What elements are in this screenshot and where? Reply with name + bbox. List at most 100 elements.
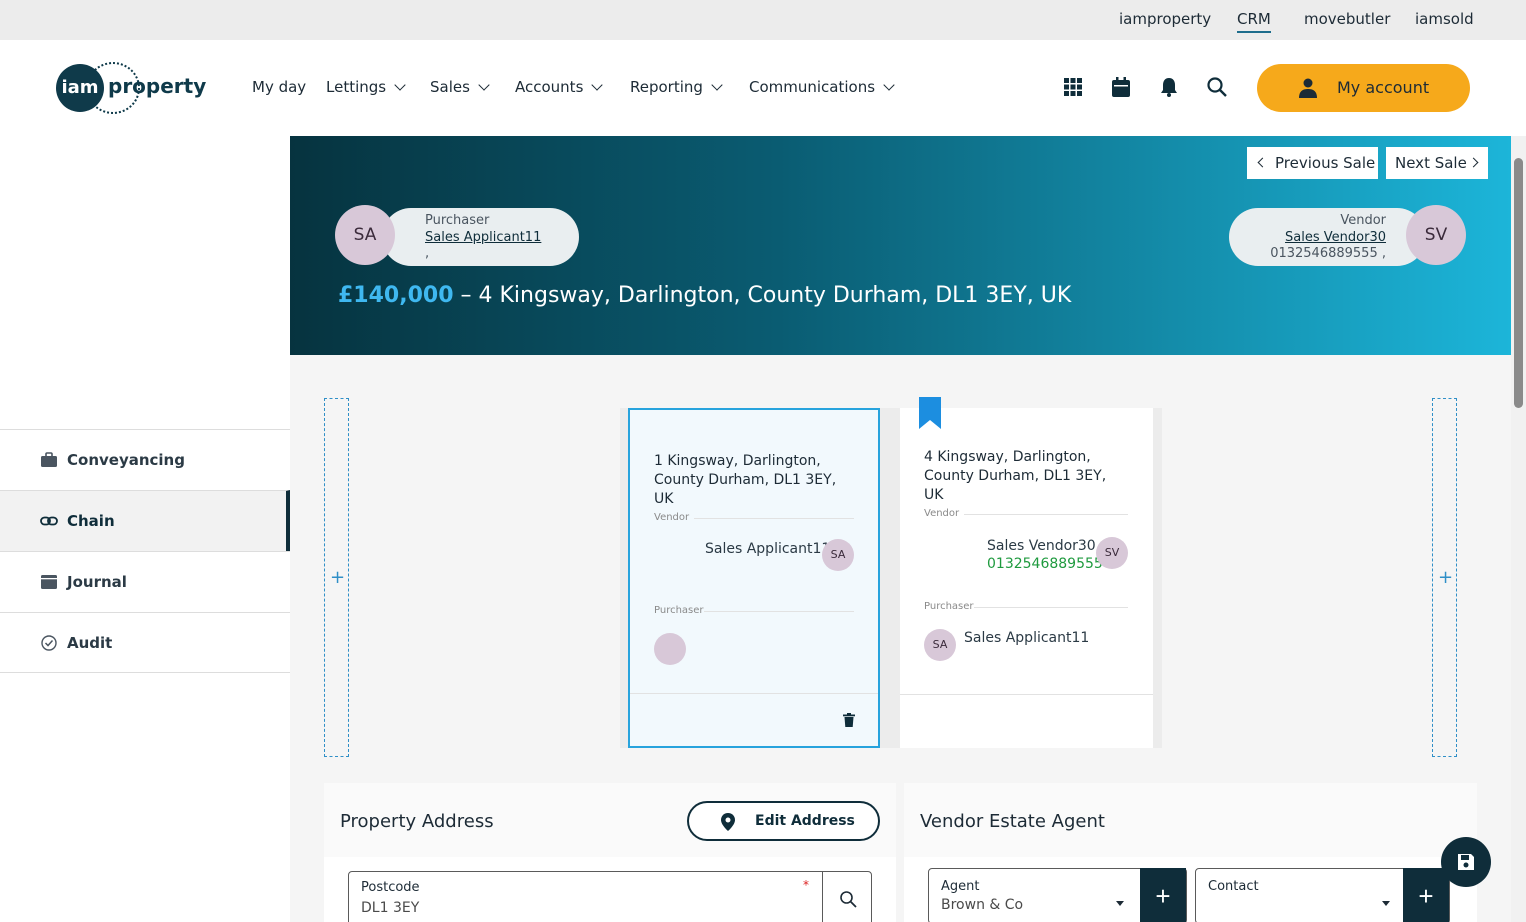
sale-price: £140,000 <box>338 283 454 308</box>
avatar: SA <box>924 629 956 661</box>
divider <box>974 607 1128 608</box>
nav-label: Communications <box>749 78 876 96</box>
sidebar-item-chain[interactable]: Chain <box>0 490 290 551</box>
logo-word: property <box>108 74 207 98</box>
chain-card-vendor-name: Sales Vendor30 <box>987 538 1096 554</box>
chevron-down-icon <box>394 79 406 91</box>
next-sale-label: Next Sale <box>1395 154 1467 172</box>
plus-icon: + <box>330 567 346 588</box>
nav-my-day[interactable]: My day <box>252 78 306 96</box>
nav-sales[interactable]: Sales <box>430 78 490 96</box>
main-header: iam property My day Lettings Sales Accou… <box>0 40 1526 136</box>
check-circle-icon <box>41 635 57 651</box>
journal-icon <box>41 575 57 589</box>
link-icon <box>40 516 58 526</box>
chevron-right-icon <box>1468 157 1479 168</box>
chain-card-vendor-phone[interactable]: 0132546889555 <box>987 556 1103 572</box>
property-address-panel: Property Address Edit Address Postcode * <box>324 783 896 922</box>
chevron-down-icon <box>591 79 604 91</box>
person-icon <box>1299 78 1317 98</box>
purchaser-extra: , <box>425 246 430 261</box>
chain-card-address: 1 Kingsway, Darlington, County Durham, D… <box>654 453 837 507</box>
sidebar-item-label: Audit <box>67 634 113 652</box>
contact-label: Contact <box>1208 879 1259 894</box>
logo[interactable]: iam property <box>56 62 206 114</box>
avatar <box>654 633 686 665</box>
chevron-down-icon <box>883 79 895 91</box>
nav-reporting[interactable]: Reporting <box>630 78 723 96</box>
sidebar-item-journal[interactable]: Journal <box>0 551 290 612</box>
agent-select[interactable]: Agent Brown & Co + <box>928 868 1187 922</box>
sale-address: – 4 Kingsway, Darlington, County Durham,… <box>460 283 1072 308</box>
vendor-phone: 0132546889555 , <box>1270 246 1386 261</box>
postcode-search-button[interactable] <box>822 872 872 922</box>
add-chain-link-left-button[interactable]: + <box>324 398 349 757</box>
calendar-icon[interactable] <box>1110 76 1132 98</box>
chain-card-purchaser-label: Purchaser <box>924 601 974 612</box>
vendor-pill: Vendor Sales Vendor30 0132546889555 , <box>1229 208 1426 266</box>
nav-lettings[interactable]: Lettings <box>326 78 406 96</box>
nav-label: Reporting <box>630 78 703 96</box>
nav-label: Sales <box>430 78 470 96</box>
add-contact-button[interactable]: + <box>1403 868 1449 922</box>
previous-sale-label: Previous Sale <box>1275 154 1376 172</box>
my-account-button[interactable]: My account <box>1257 64 1470 112</box>
required-marker: * <box>803 878 809 892</box>
sidebar-item-label: Journal <box>67 573 127 591</box>
top-bar: iamproperty CRM movebutler iamsold <box>0 0 1526 40</box>
link-iamsold[interactable]: iamsold <box>1415 10 1474 28</box>
search-icon[interactable] <box>1206 76 1228 98</box>
chain-card-vendor-name: Sales Applicant11 <box>705 541 831 557</box>
briefcase-icon <box>41 452 57 467</box>
edit-address-label: Edit Address <box>755 813 855 829</box>
logo-mark: iam <box>56 64 104 112</box>
nav-label: My day <box>252 78 307 96</box>
postcode-field[interactable]: Postcode * <box>348 871 872 922</box>
chain-card-footer <box>630 693 878 746</box>
chain-card-shadow <box>880 408 900 748</box>
apps-grid-icon[interactable] <box>1062 76 1084 98</box>
vendor-role: Vendor <box>1340 213 1386 228</box>
sidebar-item-label: Conveyancing <box>67 451 185 469</box>
panel-header: Property Address Edit Address <box>324 783 896 857</box>
avatar: SA <box>335 205 395 265</box>
vendor-estate-agent-panel: Vendor Estate Agent Agent Brown & Co + C… <box>904 783 1477 922</box>
chain-card-footer <box>900 694 1153 748</box>
nav-communications[interactable]: Communications <box>749 78 895 96</box>
purchaser-pill: Purchaser Sales Applicant11 , <box>382 208 579 266</box>
save-button[interactable] <box>1441 837 1491 887</box>
nav-accounts[interactable]: Accounts <box>515 78 604 96</box>
sidebar-item-label: Chain <box>67 512 115 530</box>
avatar: SV <box>1406 205 1466 265</box>
postcode-label: Postcode <box>361 880 420 895</box>
sidebar-item-conveyancing[interactable]: Conveyancing <box>0 429 290 490</box>
contact-select[interactable]: Contact + <box>1195 868 1450 922</box>
nav-label: Accounts <box>515 78 584 96</box>
previous-sale-button[interactable]: Previous Sale <box>1247 147 1378 179</box>
avatar: SA <box>822 539 854 571</box>
chain-card[interactable]: 4 Kingsway, Darlington, County Durham, D… <box>900 408 1153 748</box>
link-iamproperty[interactable]: iamproperty <box>1119 10 1211 28</box>
link-crm[interactable]: CRM <box>1237 10 1271 33</box>
link-movebutler[interactable]: movebutler <box>1304 10 1390 28</box>
sidebar: Conveyancing Chain Journal Audit <box>0 136 290 922</box>
next-sale-button[interactable]: Next Sale <box>1386 147 1488 179</box>
bell-icon[interactable] <box>1158 76 1180 98</box>
divider <box>964 514 1128 515</box>
scrollbar-thumb[interactable] <box>1514 158 1523 408</box>
purchaser-name-link[interactable]: Sales Applicant11 <box>425 230 541 245</box>
sidebar-item-audit[interactable]: Audit <box>0 612 290 673</box>
chain-card-vendor-label: Vendor <box>924 508 960 519</box>
add-agent-button[interactable]: + <box>1140 868 1186 922</box>
postcode-input[interactable] <box>361 900 541 916</box>
chain-card-shadow <box>620 408 628 748</box>
divider <box>694 518 854 519</box>
edit-address-button[interactable]: Edit Address <box>687 801 880 841</box>
chain-card-address: 4 Kingsway, Darlington, County Durham, D… <box>924 449 1107 503</box>
chain-card[interactable]: 1 Kingsway, Darlington, County Durham, D… <box>628 408 880 748</box>
add-chain-link-right-button[interactable]: + <box>1432 398 1457 757</box>
price-address-heading: £140,000 – 4 Kingsway, Darlington, Count… <box>338 283 1071 308</box>
trash-icon[interactable] <box>843 713 855 727</box>
chain-card-purchaser-label: Purchaser <box>654 605 704 616</box>
vendor-name-link[interactable]: Sales Vendor30 <box>1285 230 1386 245</box>
